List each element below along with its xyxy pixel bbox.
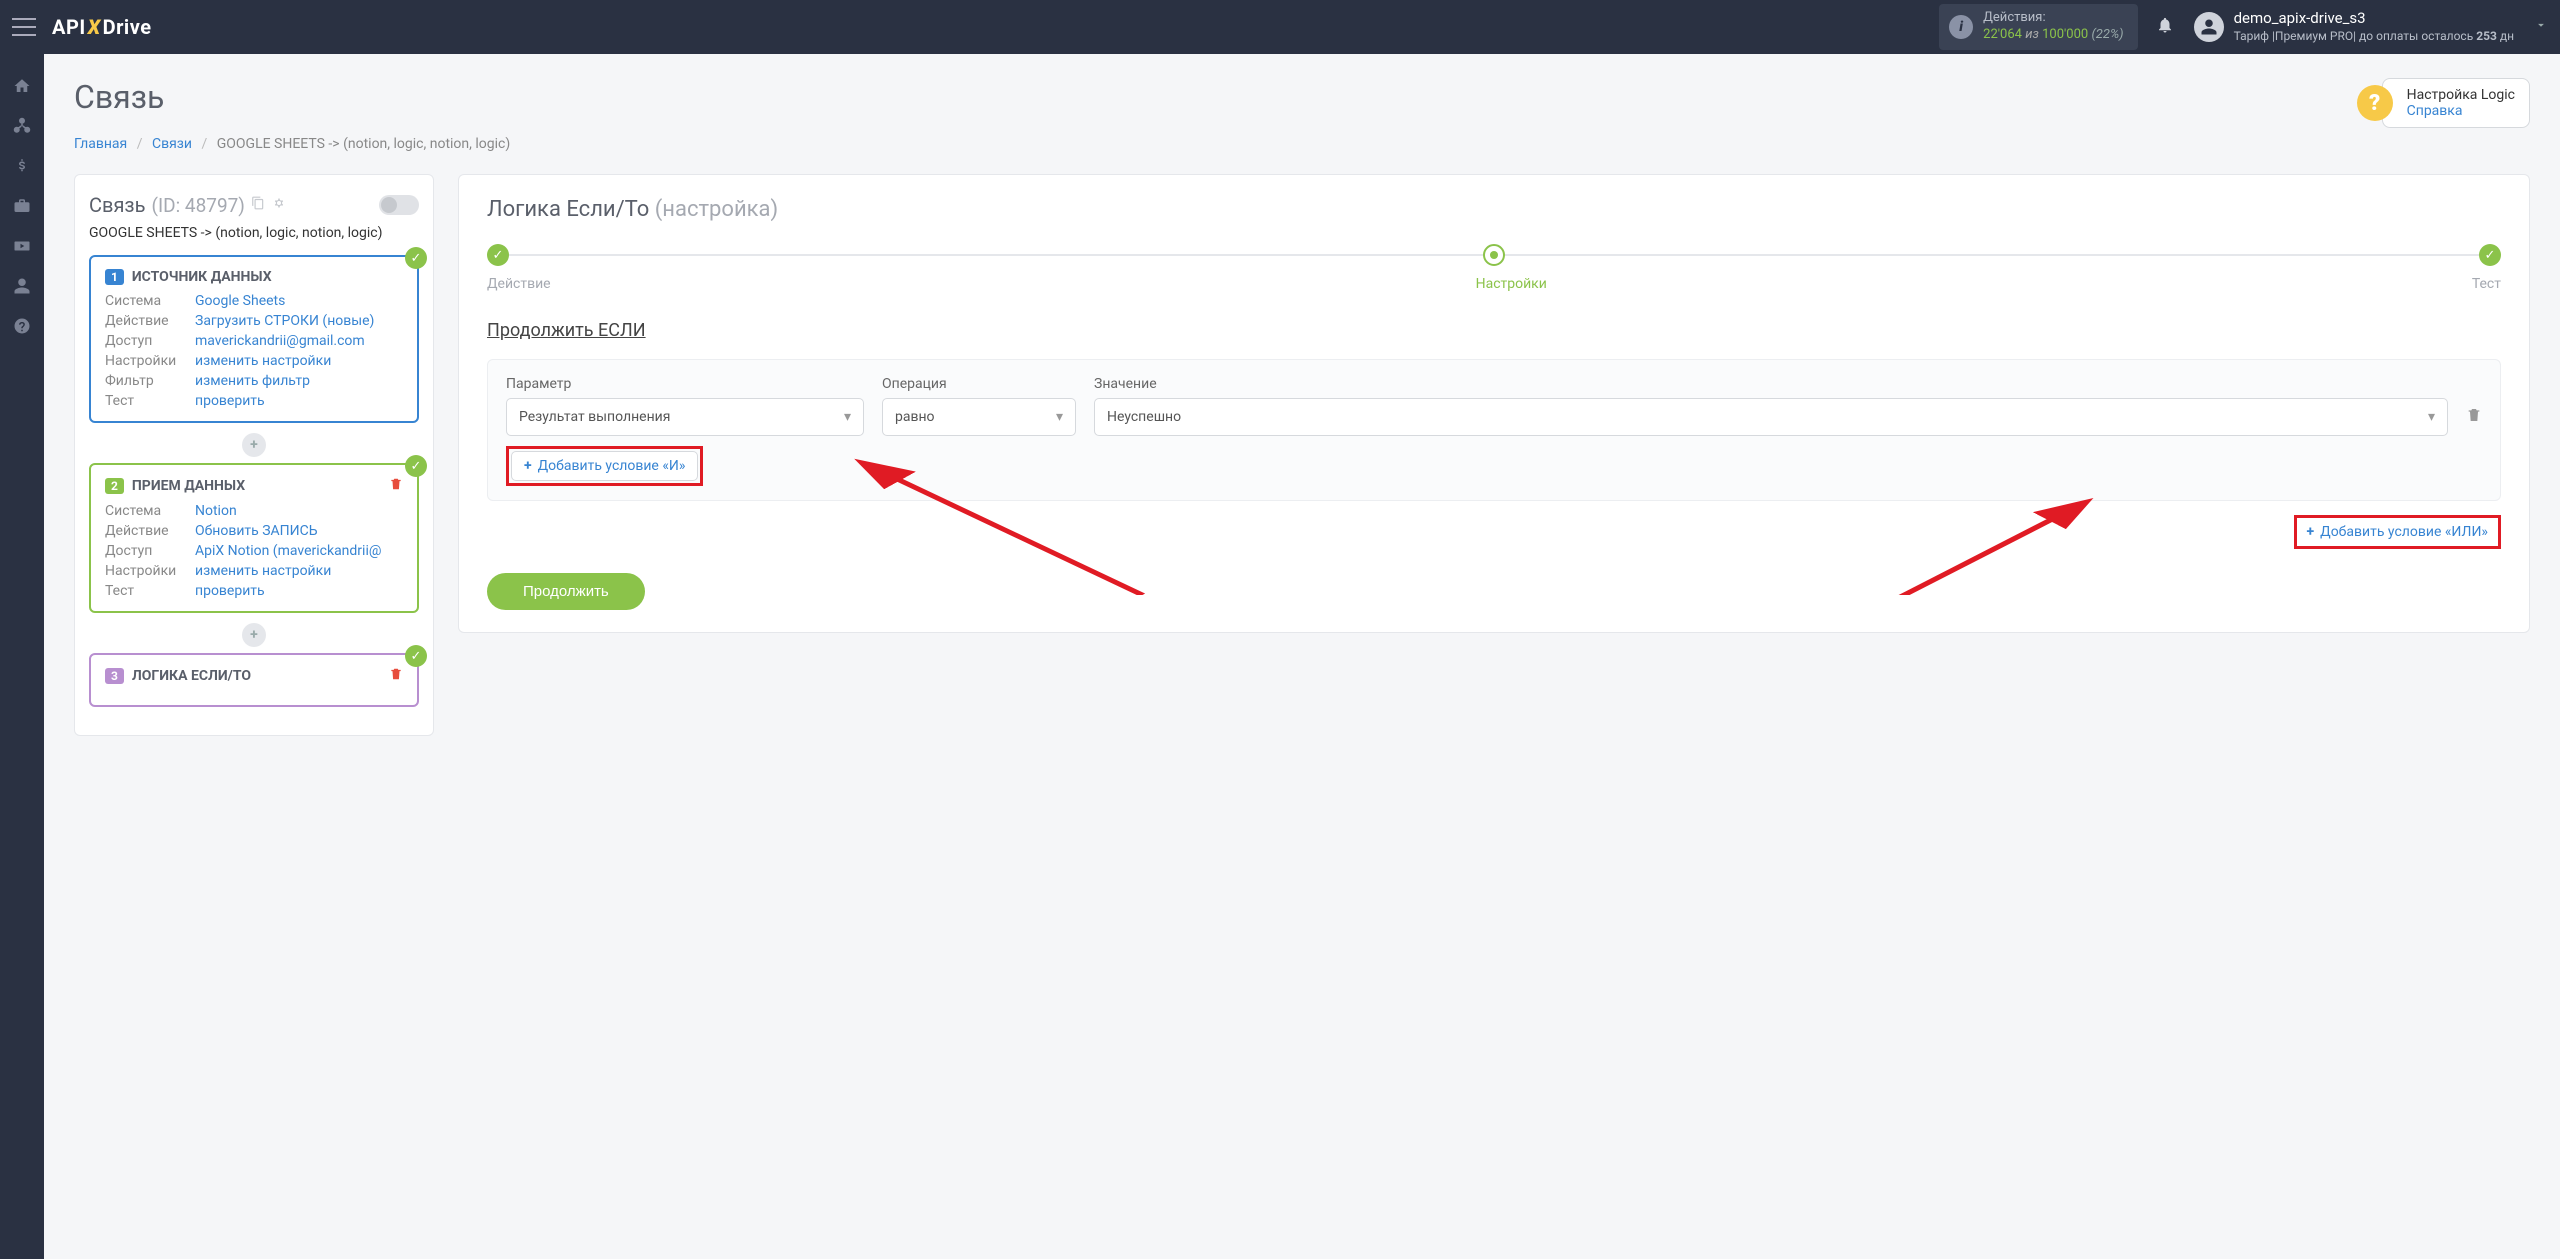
filter-label-value: Значение — [1094, 376, 2482, 392]
source-settings[interactable]: изменить настройки — [195, 353, 403, 369]
help-question-icon[interactable]: ? — [2357, 85, 2393, 121]
connection-sidebar: Связь (ID: 48797) GOOGLE SHEETS -> (noti… — [74, 174, 434, 736]
actions-counter[interactable]: i Действия: 22'064 из 100'000 (22%) — [1939, 4, 2137, 50]
help-link[interactable]: Справка — [2407, 103, 2463, 119]
breadcrumb-home[interactable]: Главная — [74, 136, 127, 152]
page-title: Связь — [74, 78, 164, 116]
user-menu[interactable]: demo_apix-drive_s3 Тариф |Премиум PRO| д… — [2194, 9, 2548, 44]
main-panel: Логика Если/То (настройка) ✓ ✓ Действие … — [458, 174, 2530, 633]
info-icon: i — [1949, 15, 1973, 39]
gear-icon[interactable] — [271, 195, 287, 215]
step-current-icon[interactable] — [1483, 244, 1505, 266]
copy-icon[interactable] — [251, 196, 265, 214]
check-icon: ✓ — [405, 247, 427, 269]
dest-action[interactable]: Обновить ЗАПИСЬ — [195, 523, 403, 539]
trash-icon[interactable] — [389, 667, 403, 685]
source-filter[interactable]: изменить фильтр — [195, 373, 403, 389]
step-label-test[interactable]: Тест — [2472, 276, 2501, 292]
annotation-highlight: +Добавить условие «ИЛИ» — [2294, 515, 2501, 549]
filter-param-select[interactable]: Результат выполнения ▾ — [506, 398, 864, 436]
trash-icon[interactable] — [2466, 407, 2482, 427]
continue-button[interactable]: Продолжить — [487, 573, 645, 610]
add-and-condition-button[interactable]: +Добавить условие «И» — [511, 451, 698, 481]
stepper: ✓ ✓ — [487, 244, 2501, 266]
chevron-down-icon: ▾ — [844, 409, 851, 425]
logo[interactable]: APIXDrive — [52, 15, 152, 39]
chevron-down-icon[interactable] — [2534, 18, 2548, 36]
conn-title: Связь — [89, 193, 145, 217]
left-sidebar — [0, 54, 44, 1259]
annotation-highlight: +Добавить условие «И» — [506, 446, 703, 486]
sidebar-user-icon[interactable] — [0, 266, 44, 306]
chevron-down-icon: ▾ — [2428, 409, 2435, 425]
top-header: APIXDrive i Действия: 22'064 из 100'000 … — [0, 0, 2560, 54]
chevron-down-icon: ▾ — [1056, 409, 1063, 425]
panel-title: Логика Если/То (настройка) — [487, 197, 2501, 222]
step-label-settings[interactable]: Настройки — [1476, 276, 1547, 292]
user-name: demo_apix-drive_s3 — [2234, 9, 2514, 29]
help-panel: ? Настройка Logic Справка — [2382, 78, 2530, 128]
filter-op-select[interactable]: равно ▾ — [882, 398, 1076, 436]
filter-label-op: Операция — [882, 376, 1076, 392]
source-system[interactable]: Google Sheets — [195, 293, 403, 309]
sidebar-dollar-icon[interactable] — [0, 146, 44, 186]
source-access[interactable]: maverickandrii@gmail.com — [195, 333, 403, 349]
source-action[interactable]: Загрузить СТРОКИ (новые) — [195, 313, 403, 329]
help-title: Настройка Logic — [2407, 87, 2515, 103]
section-title: Продолжить ЕСЛИ — [487, 320, 2501, 341]
breadcrumb-connections[interactable]: Связи — [152, 136, 192, 152]
destination-block: ✓ 2 ПРИЕМ ДАННЫХ СистемаNotion ДействиеО… — [89, 463, 419, 613]
menu-icon[interactable] — [12, 18, 36, 36]
filter-value-select[interactable]: Неуспешно ▾ — [1094, 398, 2448, 436]
dest-test[interactable]: проверить — [195, 583, 403, 599]
tariff-text: Тариф |Премиум PRO| до оплаты осталось 2… — [2234, 29, 2514, 45]
sidebar-briefcase-icon[interactable] — [0, 186, 44, 226]
breadcrumb-current: GOOGLE SHEETS -> (notion, logic, notion,… — [217, 136, 511, 152]
add-block-button[interactable]: + — [242, 623, 266, 647]
conn-path: GOOGLE SHEETS -> (notion, logic, notion,… — [89, 225, 419, 241]
check-icon: ✓ — [405, 645, 427, 667]
conn-id: (ID: 48797) — [151, 194, 244, 217]
filter-label-param: Параметр — [506, 376, 864, 392]
sidebar-home-icon[interactable] — [0, 66, 44, 106]
source-block: ✓ 1 ИСТОЧНИК ДАННЫХ СистемаGoogle Sheets… — [89, 255, 419, 423]
avatar-icon — [2194, 12, 2224, 42]
step-done-icon[interactable]: ✓ — [487, 244, 509, 266]
sidebar-connections-icon[interactable] — [0, 106, 44, 146]
add-block-button[interactable]: + — [242, 433, 266, 457]
step-done-icon[interactable]: ✓ — [2479, 244, 2501, 266]
filter-panel: Параметр Операция Значение Результат вып… — [487, 359, 2501, 501]
trash-icon[interactable] — [389, 477, 403, 495]
add-or-condition-button[interactable]: +Добавить условие «ИЛИ» — [2299, 520, 2496, 544]
dest-access[interactable]: ApiX Notion (maverickandrii@ — [195, 543, 403, 559]
breadcrumb: Главная / Связи / GOOGLE SHEETS -> (noti… — [74, 136, 2530, 152]
sidebar-help-icon[interactable] — [0, 306, 44, 346]
dest-settings[interactable]: изменить настройки — [195, 563, 403, 579]
step-label-action[interactable]: Действие — [487, 276, 551, 292]
bell-icon[interactable] — [2156, 16, 2174, 39]
sidebar-video-icon[interactable] — [0, 226, 44, 266]
logic-block: ✓ 3 ЛОГИКА ЕСЛИ/ТО — [89, 653, 419, 707]
dest-system[interactable]: Notion — [195, 503, 403, 519]
source-test[interactable]: проверить — [195, 393, 403, 409]
check-icon: ✓ — [405, 455, 427, 477]
connection-toggle[interactable] — [379, 195, 419, 215]
actions-label: Действия: — [1983, 10, 2123, 27]
